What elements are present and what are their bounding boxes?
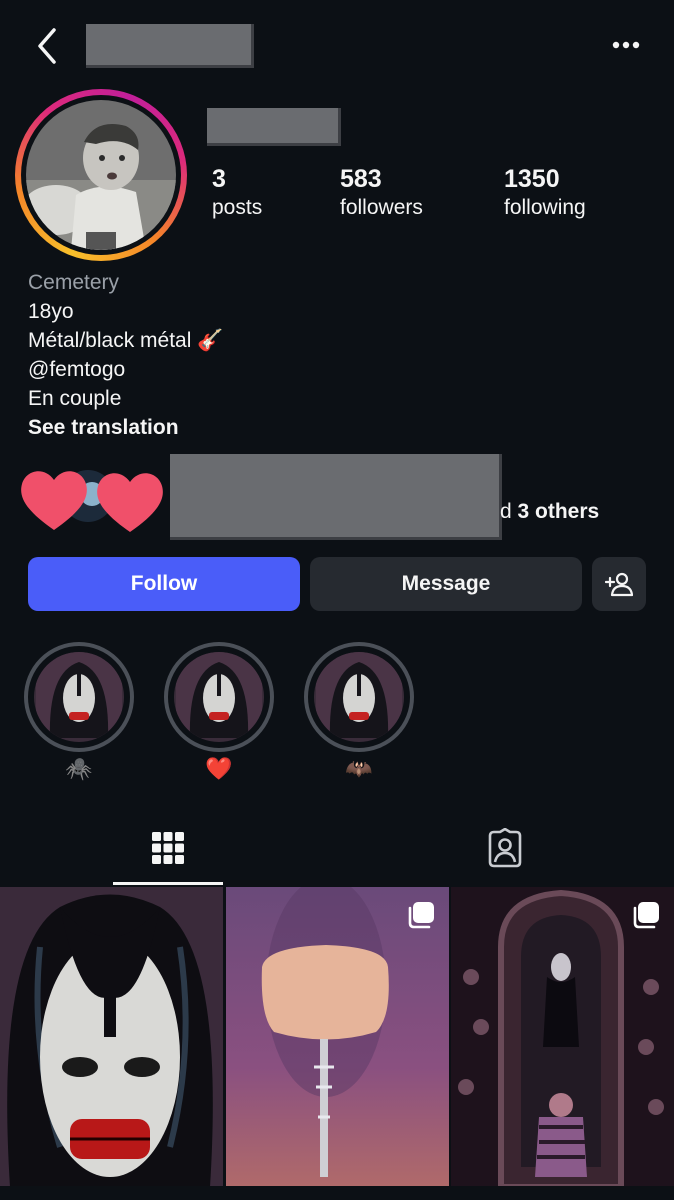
top-bar: [0, 0, 674, 90]
post-thumbnail[interactable]: [226, 887, 449, 1187]
mutual-followers[interactable]: d 3 others: [18, 452, 658, 544]
story-highlight[interactable]: 🦇: [304, 642, 414, 784]
follow-button[interactable]: Follow: [28, 557, 300, 611]
highlight-cover: [314, 652, 404, 742]
tagged-icon: [488, 828, 522, 868]
heart-sticker: [21, 471, 87, 530]
highlight-cover: [174, 652, 264, 742]
post-thumbnail[interactable]: [451, 887, 674, 1187]
following-count: 1350: [504, 165, 560, 193]
redacted-display-name: [207, 108, 341, 146]
stat-following[interactable]: 1350 following: [504, 164, 586, 223]
back-button[interactable]: [32, 26, 66, 66]
profile-category: Cemetery: [28, 271, 120, 294]
highlight-cover: [34, 652, 124, 742]
add-person-icon: [605, 572, 633, 597]
followers-count: 583: [340, 165, 382, 193]
tab-posts-grid[interactable]: [113, 810, 223, 886]
mutual-followers-text: d 3 others: [500, 500, 599, 524]
highlight-emoji: ❤️: [205, 756, 233, 781]
selected-tab-indicator: [113, 882, 223, 885]
bio: Cemetery 18yo Métal/black métal 🎸 @femto…: [28, 268, 223, 442]
post-image: [226, 887, 449, 1187]
profile-avatar-story-ring[interactable]: [15, 89, 187, 261]
bio-mention-link[interactable]: @femtogo: [28, 355, 223, 384]
story-highlight[interactable]: ❤️: [164, 642, 274, 784]
stat-followers[interactable]: 583 followers: [340, 164, 423, 223]
story-highlight[interactable]: 🕷️: [24, 642, 134, 784]
posts-count: 3: [212, 165, 226, 193]
following-label: following: [504, 196, 586, 219]
mutual-others: 3 others: [517, 500, 600, 523]
followers-label: followers: [340, 196, 423, 219]
post-image: [451, 887, 674, 1187]
see-translation-link[interactable]: See translation: [28, 413, 223, 442]
profile-tabs: [0, 810, 674, 886]
more-horizontal-icon: [612, 41, 640, 49]
highlight-emoji: 🕷️: [65, 756, 93, 781]
mutual-prefix: d: [500, 500, 518, 523]
message-button[interactable]: Message: [310, 557, 582, 611]
carousel-icon: [408, 902, 434, 929]
bio-line: Métal/black métal 🎸: [28, 329, 224, 352]
tab-tagged[interactable]: [450, 810, 560, 886]
chevron-left-icon: [38, 28, 56, 64]
posts-label: posts: [212, 196, 263, 219]
more-options-button[interactable]: [604, 30, 648, 60]
avatar-photo: [26, 100, 176, 250]
highlight-emoji: 🦇: [345, 756, 373, 781]
grid-icon: [152, 832, 184, 864]
post-thumbnail[interactable]: [0, 887, 223, 1187]
redacted-username: [86, 24, 254, 68]
suggested-users-button[interactable]: [592, 557, 646, 611]
mutual-avatars: [21, 470, 163, 532]
redacted-mutual-names: [170, 454, 502, 540]
heart-sticker: [97, 473, 163, 532]
avatar: [26, 100, 176, 250]
carousel-icon: [633, 902, 659, 929]
bio-line: 18yo: [28, 300, 74, 323]
stat-posts[interactable]: 3 posts: [212, 164, 262, 223]
bio-line: En couple: [28, 387, 122, 410]
post-image: [0, 887, 223, 1187]
